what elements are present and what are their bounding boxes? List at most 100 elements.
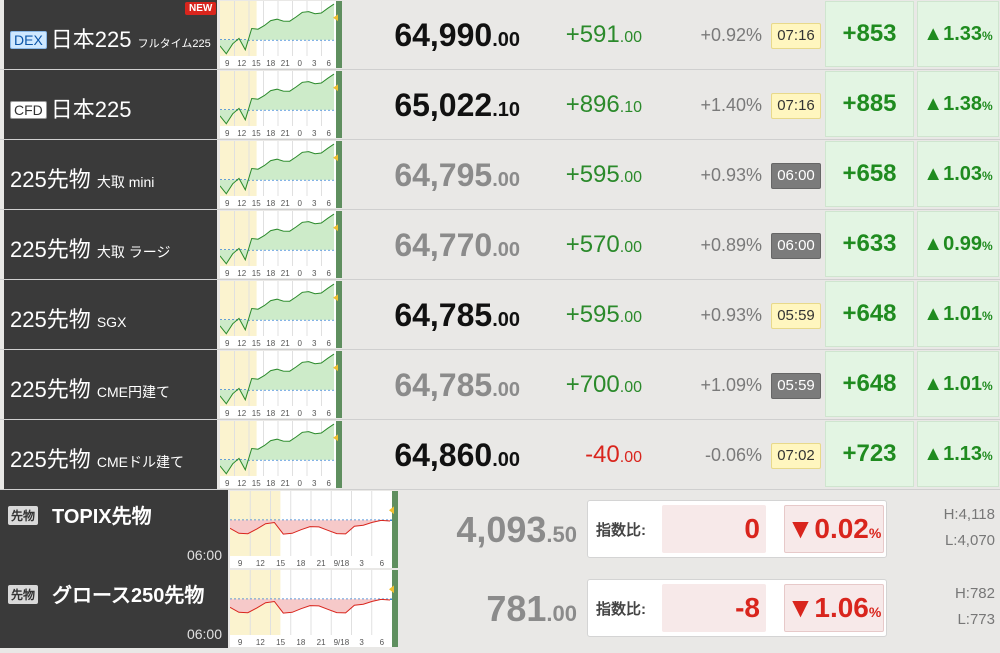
futures-tag: 先物 — [8, 585, 39, 604]
diff-percent-value: ▲1.03 — [923, 163, 983, 185]
mini-chart[interactable]: 9 12 15 18 21 0 3 6 — [219, 211, 342, 278]
change-decimal: .00 — [619, 29, 642, 46]
chart-thumbnail[interactable]: 9 12 15 18 21 0 3 6 — [219, 211, 342, 278]
price-decimal: .00 — [492, 239, 520, 261]
quote-row[interactable]: 225先物 大取 ラージ 9 12 15 18 21 0 3 6 64,770.00 +570.00… — [0, 210, 1000, 280]
quote-row[interactable]: 225先物 CME円建て 9 12 15 18 21 0 3 6 64,785.00 +700.00… — [0, 350, 1000, 420]
change-percent: -0.06% — [704, 445, 762, 465]
chart-x-tick: 21 — [281, 339, 290, 348]
price-decimal: .00 — [546, 601, 577, 626]
instrument-name-cell[interactable]: CFD 日本225 — [4, 70, 217, 140]
update-time: 06:00 — [771, 233, 821, 259]
chart-x-tick: 21 — [281, 409, 290, 418]
instrument-name-cell[interactable]: 225先物 SGX — [4, 280, 217, 350]
change-percent: +0.92% — [700, 25, 762, 45]
diff-percent: ▲1.01% — [917, 351, 999, 417]
index-comparison: 指数比: 0 ▼0.02% — [587, 500, 887, 558]
change-integer: -40 — [585, 441, 620, 468]
chart-x-tick: 9 — [225, 269, 230, 278]
chart-x-tick: 18 — [296, 559, 305, 568]
mini-chart[interactable]: 9 12 15 18 21 0 3 6 — [219, 141, 342, 208]
instrument-name-cell[interactable]: DEX 日本225 フルタイム225 NEW — [4, 0, 217, 70]
futures-title: TOPIX先物 — [52, 506, 152, 528]
instrument-name-cell[interactable]: 225先物 CME円建て — [4, 350, 217, 420]
comparison-label: 指数比: — [596, 522, 646, 539]
chart-thumbnail[interactable]: 9 12 15 18 21 0 3 6 — [219, 71, 342, 138]
change-value: +700.00 — [520, 350, 642, 420]
chart-x-tick: 12 — [237, 59, 246, 68]
futures-row[interactable]: 先物 TOPIX先物 06:00 9 12 15 18 21 9/18 3 6 4,093.50 指数比… — [0, 490, 1000, 569]
chart-x-tick: 12 — [256, 638, 265, 647]
futures-name-cell[interactable]: 先物 グロース250先物 06:00 — [0, 569, 228, 648]
chart-thumbnail[interactable]: 9 12 15 18 21 0 3 6 — [219, 1, 342, 68]
chart-x-tick: 9 — [238, 638, 243, 647]
change-integer: +591 — [565, 21, 620, 48]
chart-x-tick: 18 — [266, 199, 275, 208]
mini-chart[interactable]: 9 12 15 18 21 0 3 6 — [219, 351, 342, 418]
instrument-name-cell[interactable]: 225先物 大取 mini — [4, 140, 217, 210]
price-value: 64,795.00 — [345, 140, 520, 210]
chart-x-tick: 12 — [237, 199, 246, 208]
instrument-title: 225先物 — [10, 237, 91, 262]
mini-chart[interactable]: 9 12 15 18 21 0 3 6 — [219, 421, 342, 488]
chart-x-tick: 12 — [256, 559, 265, 568]
price-decimal: .00 — [492, 379, 520, 401]
chart-x-tick: 0 — [298, 199, 303, 208]
chart-thumbnail[interactable]: 9 12 15 18 21 0 3 6 — [219, 281, 342, 348]
chart-x-tick: 15 — [252, 129, 261, 138]
diff-points: +648 — [825, 351, 914, 417]
instrument-name: 225先物 CME円建て — [10, 372, 170, 404]
market-tag: CFD — [10, 101, 47, 119]
mini-chart[interactable]: 9 12 15 18 21 9/18 3 6 — [229, 570, 398, 647]
diff-percent-value: ▲1.33 — [923, 23, 983, 45]
chart-x-tick: 12 — [237, 129, 246, 138]
mini-chart[interactable]: 9 12 15 18 21 9/18 3 6 — [229, 491, 398, 568]
quote-row[interactable]: 225先物 SGX 9 12 15 18 21 0 3 6 64,785.00 +595.00 +0.… — [0, 280, 1000, 350]
mini-chart[interactable]: 9 12 15 18 21 0 3 6 — [219, 71, 342, 138]
chart-thumbnail[interactable]: 9 12 15 18 21 0 3 6 — [219, 141, 342, 208]
instrument-name: DEX 日本225 フルタイム225 — [10, 22, 211, 54]
quote-row[interactable]: DEX 日本225 フルタイム225 NEW 9 12 15 18 21 0 3 6 64,990.0… — [0, 0, 1000, 70]
diff-percent-unit: % — [982, 449, 993, 463]
chart-thumbnail[interactable]: 9 12 15 18 21 0 3 6 — [219, 421, 342, 488]
quote-row[interactable]: 225先物 大取 mini 9 12 15 18 21 0 3 6 64,795.00 +595.0… — [0, 140, 1000, 210]
mini-chart[interactable]: 9 12 15 18 21 0 3 6 — [219, 281, 342, 348]
chart-x-tick: 21 — [281, 199, 290, 208]
price-integer: 64,990 — [394, 17, 493, 53]
mini-chart[interactable]: 9 12 15 18 21 0 3 6 — [219, 1, 342, 68]
chart-x-tick: 6 — [327, 199, 332, 208]
chart-x-tick: 9 — [225, 199, 230, 208]
chart-x-tick: 15 — [252, 269, 261, 278]
chart-thumbnail[interactable]: 9 12 15 18 21 9/18 3 6 — [229, 570, 398, 647]
change-decimal: .00 — [619, 379, 642, 396]
change-percent: +0.93% — [700, 305, 762, 325]
high-low: H:782 L:773 — [905, 581, 995, 633]
futures-row[interactable]: 先物 グロース250先物 06:00 9 12 15 18 21 9/18 3 6 781.00 指数比… — [0, 569, 1000, 648]
change-decimal: .00 — [619, 239, 642, 256]
instrument-title: 225先物 — [10, 307, 91, 332]
change-value: +591.00 — [520, 0, 642, 70]
chart-x-tick: 9 — [225, 59, 230, 68]
chart-x-tick: 3 — [312, 59, 317, 68]
chart-x-tick: 12 — [237, 479, 246, 488]
diff-percent-value: ▲1.01 — [923, 303, 983, 325]
chart-x-tick: 21 — [317, 559, 326, 568]
quote-row[interactable]: CFD 日本225 9 12 15 18 21 0 3 6 65,022.10 +896.10 +1.4… — [0, 70, 1000, 140]
chart-thumbnail[interactable]: 9 12 15 18 21 9/18 3 6 — [229, 491, 398, 568]
chart-thumbnail[interactable]: 9 12 15 18 21 0 3 6 — [219, 351, 342, 418]
chart-x-tick: 9 — [225, 479, 230, 488]
chart-x-tick: 9/18 — [334, 559, 350, 568]
instrument-name: 225先物 大取 ラージ — [10, 232, 170, 264]
chart-x-tick: 15 — [252, 59, 261, 68]
chart-x-tick: 12 — [237, 339, 246, 348]
chart-x-tick: 18 — [266, 409, 275, 418]
diff-points: +648 — [825, 281, 914, 347]
instrument-name-cell[interactable]: 225先物 大取 ラージ — [4, 210, 217, 280]
chart-x-tick: 6 — [327, 269, 332, 278]
instrument-name-cell[interactable]: 225先物 CMEドル建て — [4, 420, 217, 490]
instrument-name: 225先物 大取 mini — [10, 162, 154, 194]
chart-x-tick: 3 — [312, 199, 317, 208]
diff-percent: ▲1.01% — [917, 281, 999, 347]
quote-row[interactable]: 225先物 CMEドル建て 9 12 15 18 21 0 3 6 64,860.00 -40.00… — [0, 420, 1000, 490]
futures-name-cell[interactable]: 先物 TOPIX先物 06:00 — [0, 490, 228, 569]
